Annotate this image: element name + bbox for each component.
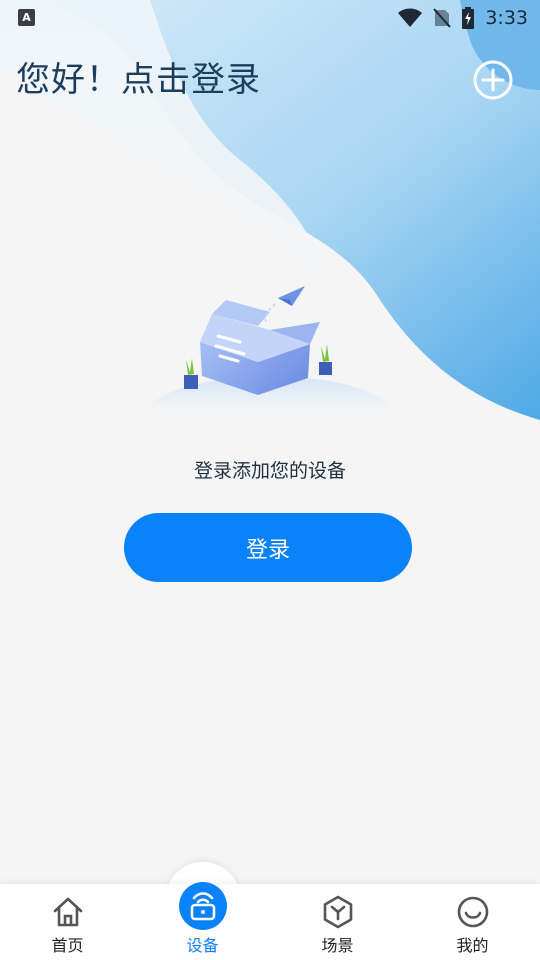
home-icon [53,897,82,927]
notification-app-icon: A [18,9,35,26]
status-icons: 3:33 [397,6,528,30]
status-time: 3:33 [485,7,528,29]
box-with-paper-plane-illustration [145,286,395,410]
tab-label-devices: 设备 [186,936,219,955]
tab-label-profile: 我的 [456,936,489,955]
tab-devices[interactable]: 设备 [135,882,270,960]
tab-scenes[interactable]: 场景 [270,884,405,960]
bottom-tab-bar: 首页 设备 场景 我的 [0,882,540,960]
status-bar: A 3:33 [0,0,540,36]
scene-hexagon-icon [323,895,352,929]
no-sim-icon [433,8,452,28]
tab-label-home: 首页 [51,936,84,955]
tab-home[interactable]: 首页 [0,884,135,960]
login-greeting[interactable]: 您好！点击登录 [16,52,261,101]
empty-state-message: 登录添加您的设备 [193,460,346,482]
tab-label-scenes: 场景 [321,936,354,955]
battery-charging-icon [462,7,475,29]
plus-circle-icon[interactable] [472,59,514,101]
tab-profile[interactable]: 我的 [405,884,540,960]
smile-face-icon [457,896,488,928]
login-button[interactable]: 登录 [124,513,412,582]
wifi-icon [398,8,423,27]
router-icon [178,882,227,930]
